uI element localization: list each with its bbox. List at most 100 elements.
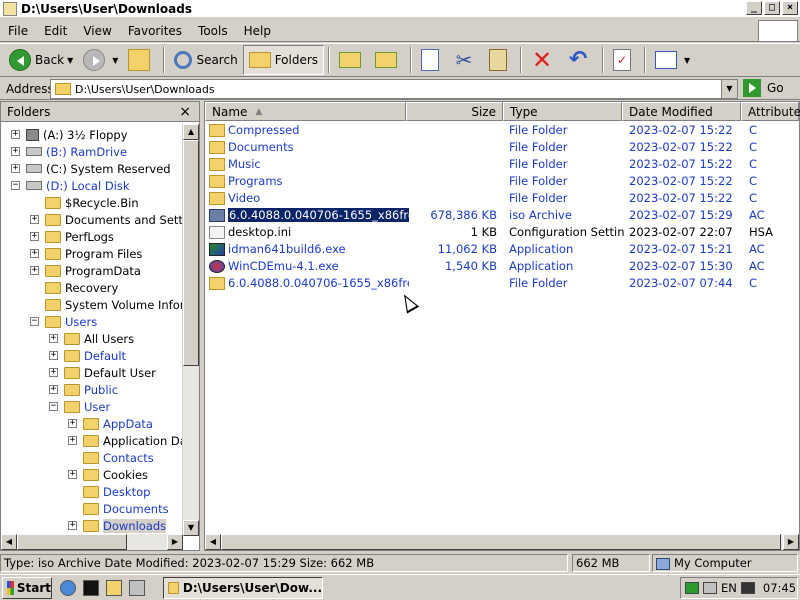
column-header-size[interactable]: Size <box>406 102 503 121</box>
start-button[interactable]: Start <box>2 577 52 599</box>
expand-icon[interactable]: + <box>49 368 58 377</box>
menu-file[interactable]: File <box>0 24 36 38</box>
copy-to-button[interactable] <box>370 45 406 75</box>
tree-node[interactable]: + ProgramData <box>30 262 141 279</box>
column-header-name[interactable]: Name ▲ <box>205 102 406 121</box>
file-row[interactable]: WinCDEmu-4.1.exe 1,540 KB Application 2023-… <box>205 258 800 275</box>
collapse-icon[interactable]: − <box>49 402 58 411</box>
tree-node[interactable]: + Cookies <box>68 466 148 483</box>
address-input[interactable]: D:\Users\User\Downloads ▼ <box>50 79 738 99</box>
tree-node[interactable]: Desktop <box>68 483 150 500</box>
move-to-button[interactable] <box>334 45 370 75</box>
tree-node[interactable]: − Users <box>30 313 97 330</box>
expand-icon[interactable]: + <box>49 351 58 360</box>
scroll-down-button[interactable]: ▼ <box>183 520 199 536</box>
menu-help[interactable]: Help <box>236 24 279 38</box>
tree-node[interactable]: + Default <box>49 347 126 364</box>
tray-drive-icon[interactable] <box>703 582 717 594</box>
back-dropdown-icon[interactable]: ▼ <box>67 56 73 65</box>
scroll-right-button[interactable]: ▶ <box>783 534 799 550</box>
show-desktop-icon[interactable] <box>129 580 145 596</box>
expand-icon[interactable]: + <box>49 334 58 343</box>
tray-app-icon[interactable] <box>685 582 699 594</box>
paste-button[interactable] <box>484 45 516 75</box>
file-row[interactable]: Compressed File Folder 2023-02-07 15:22 C <box>205 122 800 139</box>
tree-node[interactable]: + AppData <box>68 415 153 432</box>
properties-button[interactable]: ✓ <box>608 45 640 75</box>
close-folders-pane-icon[interactable]: × <box>179 104 191 120</box>
scroll-thumb[interactable] <box>183 140 199 366</box>
expand-icon[interactable]: + <box>11 164 20 173</box>
delete-button[interactable]: ✕ <box>526 45 562 75</box>
tree-node[interactable]: + Downloads <box>68 517 167 534</box>
menu-favorites[interactable]: Favorites <box>120 24 190 38</box>
file-row[interactable]: 6.0.4088.0.040706-1655_x86fre_P... File F… <box>205 275 800 292</box>
file-row[interactable]: Documents File Folder 2023-02-07 15:22 C <box>205 139 800 156</box>
cut-button[interactable]: ✂ <box>448 45 484 75</box>
back-button[interactable]: Back ▼ <box>4 45 78 75</box>
maximize-button[interactable]: □ <box>764 1 780 15</box>
file-list-horizontal-scrollbar[interactable]: ◀ ▶ <box>205 534 799 550</box>
tree-node[interactable]: − User <box>49 398 110 415</box>
go-button[interactable]: Go <box>743 79 784 97</box>
file-row[interactable]: Music File Folder 2023-02-07 15:22 C <box>205 156 800 173</box>
file-row[interactable]: 6.0.4088.0.040706-1655_x86fre_P... 678,38… <box>205 207 800 224</box>
tree-node[interactable]: + Default User <box>49 364 156 381</box>
up-folder-button[interactable] <box>123 45 159 75</box>
tree-node[interactable]: System Volume Informati <box>30 296 183 313</box>
ie-browser-icon[interactable] <box>60 580 76 596</box>
explorer-window-icon[interactable] <box>3 1 17 16</box>
tree-node[interactable]: + Documents and Settings <box>30 211 183 228</box>
tree-node[interactable]: Contacts <box>68 449 154 466</box>
tree-node[interactable]: + (C:) System Reserved <box>11 160 171 177</box>
expand-icon[interactable]: + <box>49 385 58 394</box>
tree-node[interactable]: − (D:) Local Disk <box>11 177 130 194</box>
menu-tools[interactable]: Tools <box>190 24 236 38</box>
expand-icon[interactable]: + <box>30 266 39 275</box>
address-dropdown-icon[interactable]: ▼ <box>721 80 737 98</box>
expand-icon[interactable]: + <box>30 215 39 224</box>
expand-icon[interactable]: + <box>68 470 77 479</box>
tree-node[interactable]: + (B:) RamDrive <box>11 143 127 160</box>
scroll-right-button[interactable]: ▶ <box>167 534 183 550</box>
tree-node[interactable]: $Recycle.Bin <box>30 194 139 211</box>
tree-node[interactable]: + Application Data <box>68 432 183 449</box>
explorer-folder-icon[interactable] <box>106 580 122 596</box>
scroll-thumb[interactable] <box>221 534 781 550</box>
views-dropdown-icon[interactable]: ▼ <box>684 56 690 65</box>
views-button[interactable]: ▼ <box>650 45 695 75</box>
minimize-button[interactable]: _ <box>746 1 762 15</box>
forward-dropdown-icon[interactable]: ▼ <box>112 56 118 65</box>
collapse-icon[interactable]: − <box>11 181 20 190</box>
tree-node[interactable]: + Program Files <box>30 245 142 262</box>
undo-button[interactable]: ↶ <box>562 45 598 75</box>
folder-tree-horizontal-scrollbar[interactable]: ◀ ▶ <box>1 534 183 550</box>
expand-icon[interactable]: + <box>30 249 39 258</box>
file-row[interactable]: idman641build6.exe 11,062 KB Application 20… <box>205 241 800 258</box>
file-row[interactable]: desktop.ini 1 KB Configuration Settings 202… <box>205 224 800 241</box>
tree-node[interactable]: + All Users <box>49 330 134 347</box>
tree-node[interactable]: Documents <box>68 500 169 517</box>
column-header-date-modified[interactable]: Date Modified <box>622 102 741 121</box>
taskbar-window-explorer[interactable]: D:\Users\User\Dow... <box>163 577 323 599</box>
expand-icon[interactable]: + <box>30 232 39 241</box>
collapse-icon[interactable]: − <box>30 317 39 326</box>
expand-icon[interactable]: + <box>11 147 20 156</box>
tray-wincdemu-icon[interactable] <box>740 582 755 594</box>
menu-edit[interactable]: Edit <box>36 24 75 38</box>
expand-icon[interactable]: + <box>11 130 20 139</box>
clock[interactable]: 07:45 <box>763 581 796 595</box>
scroll-left-button[interactable]: ◀ <box>205 534 221 550</box>
column-header-type[interactable]: Type <box>503 102 622 121</box>
file-row[interactable]: Programs File Folder 2023-02-07 15:22 C <box>205 173 800 190</box>
column-header-attributes[interactable]: Attributes <box>741 102 800 121</box>
expand-icon[interactable]: + <box>68 521 77 530</box>
tree-node[interactable]: Recovery <box>30 279 118 296</box>
expand-icon[interactable]: + <box>68 419 77 428</box>
scroll-left-button[interactable]: ◀ <box>1 534 17 550</box>
folders-button[interactable]: Folders <box>242 45 325 75</box>
folder-tree-vertical-scrollbar[interactable]: ▲ ▼ <box>182 124 199 536</box>
menu-view[interactable]: View <box>75 24 119 38</box>
command-prompt-icon[interactable] <box>83 580 99 596</box>
close-button[interactable]: × <box>782 1 798 15</box>
